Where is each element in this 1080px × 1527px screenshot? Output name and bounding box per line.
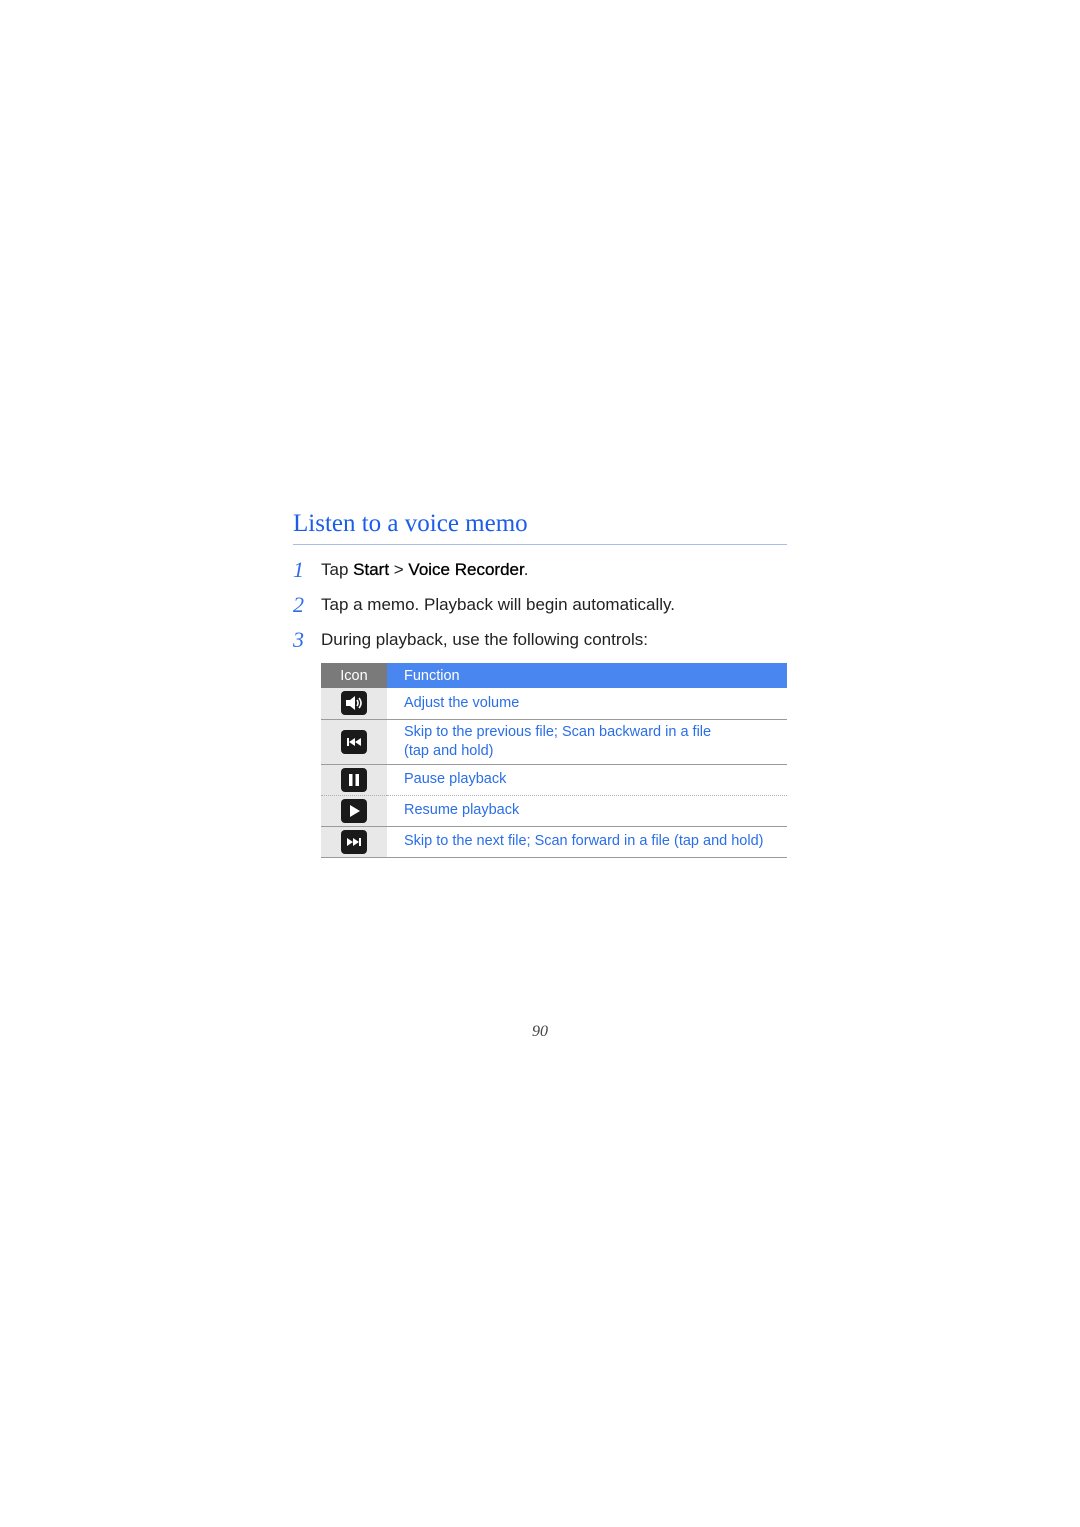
step-text: Tap Start > Voice Recorder. bbox=[321, 560, 529, 579]
table-row: Adjust the volume bbox=[321, 688, 787, 720]
table-row: Pause playback bbox=[321, 764, 787, 796]
play-icon bbox=[341, 798, 367, 823]
function-text: Adjust the volume bbox=[387, 688, 787, 720]
header-function: Function bbox=[387, 663, 787, 688]
function-text: Skip to the previous file; Scan backward… bbox=[404, 723, 712, 740]
controls-table: Icon Function Adjust the volume Skip to … bbox=[321, 663, 787, 858]
step-text: During playback, use the following contr… bbox=[321, 630, 648, 649]
skip-next-icon bbox=[341, 829, 367, 854]
header-icon: Icon bbox=[321, 663, 387, 688]
menu-start: Start bbox=[353, 560, 390, 579]
function-text: Resume playback bbox=[387, 795, 787, 827]
menu-voice-recorder: Voice Recorder bbox=[408, 560, 524, 579]
volume-icon bbox=[341, 691, 367, 716]
page-number: 90 bbox=[532, 1023, 548, 1040]
step-number: 2 bbox=[293, 592, 304, 617]
table-row: Skip to the previous file; Scan backward… bbox=[321, 719, 787, 765]
section-title: Listen to a voice memo bbox=[293, 510, 528, 537]
table-row: Skip to the next file; Scan forward in a… bbox=[321, 826, 787, 858]
step-number: 3 bbox=[293, 627, 304, 652]
pause-icon bbox=[341, 767, 367, 792]
step-number: 1 bbox=[293, 557, 304, 582]
table-row: Resume playback bbox=[321, 795, 787, 827]
function-text-note: (tap and hold) bbox=[404, 742, 494, 759]
step-text: Tap a memo. Playback will begin automati… bbox=[321, 595, 676, 614]
skip-previous-icon bbox=[341, 729, 367, 754]
title-divider bbox=[293, 544, 787, 545]
function-text: Pause playback bbox=[387, 764, 787, 796]
function-text: Skip to the next file; Scan forward in a… bbox=[387, 826, 787, 858]
